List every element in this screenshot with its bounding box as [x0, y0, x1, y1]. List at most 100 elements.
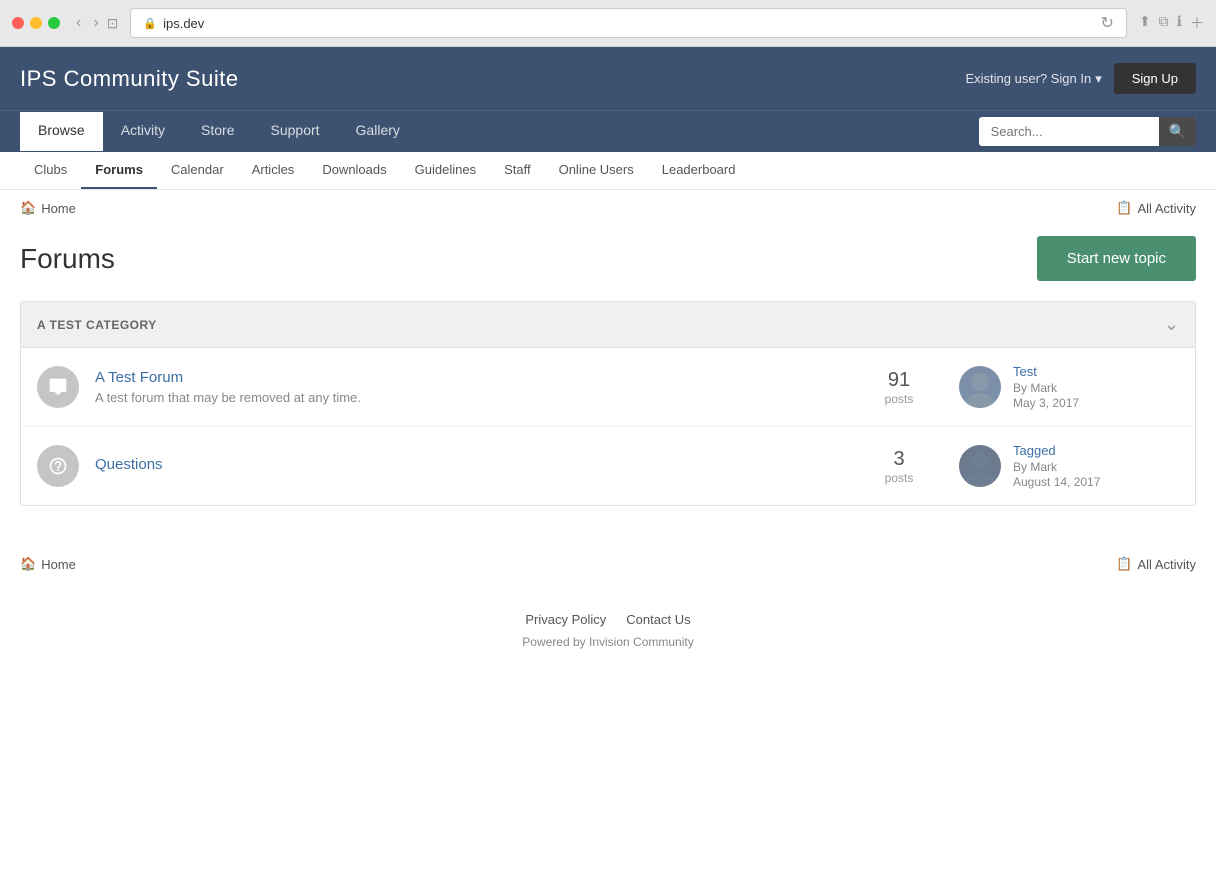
site-header: IPS Community Suite Existing user? Sign …: [0, 47, 1216, 110]
breadcrumb-bar: 🏠 Home 📋 All Activity: [0, 190, 1216, 226]
info-icon[interactable]: ℹ: [1177, 13, 1182, 33]
powered-by: Powered by Invision Community: [20, 635, 1196, 649]
forum-post-count-a-test-forum: 91: [869, 369, 929, 392]
browser-chrome: ‹ › ⊡ 🔒 ips.dev ↻ ⬆ ⧉ ℹ ＋: [0, 0, 1216, 47]
footer-home-label: Home: [41, 557, 76, 572]
last-post-title-questions[interactable]: Tagged: [1013, 443, 1100, 458]
browser-actions: ⬆ ⧉ ℹ ＋: [1139, 13, 1204, 33]
last-post-by-text-questions: By Mark: [1013, 460, 1057, 474]
sub-nav-downloads[interactable]: Downloads: [308, 152, 400, 189]
forum-icon-questions: [37, 445, 79, 487]
url-text: ips.dev: [163, 16, 204, 31]
sub-nav-online-users[interactable]: Online Users: [545, 152, 648, 189]
category-title: A TEST CATEGORY: [37, 318, 157, 332]
category-header: A TEST CATEGORY ⌄: [21, 302, 1195, 348]
back-button[interactable]: ‹: [72, 14, 85, 32]
forum-last-post-a-test-forum: Test By Mark May 3, 2017: [959, 364, 1179, 410]
forum-posts-label-a-test-forum: posts: [869, 392, 929, 406]
new-tab-icon[interactable]: ＋: [1190, 13, 1204, 33]
tab-gallery[interactable]: Gallery: [338, 112, 418, 151]
footer-links: Privacy Policy Contact Us: [20, 612, 1196, 627]
main-nav: Browse Activity Store Support Gallery 🔍: [0, 110, 1216, 152]
sign-in-link[interactable]: Existing user? Sign In ▾: [965, 71, 1101, 87]
dot-close: [12, 17, 24, 29]
home-label: Home: [41, 201, 76, 216]
page-title-area: Forums Start new topic: [0, 226, 1216, 301]
forum-stats-questions: 3 posts: [869, 448, 929, 485]
forward-button[interactable]: ›: [89, 14, 102, 32]
start-new-topic-button[interactable]: Start new topic: [1037, 236, 1196, 281]
last-post-info-questions: Tagged By Mark August 14, 2017: [1013, 443, 1100, 489]
category-section: A TEST CATEGORY ⌄ A Test Forum A test fo…: [20, 301, 1196, 506]
forum-post-count-questions: 3: [869, 448, 929, 471]
avatar-questions: [959, 445, 1001, 487]
tab-activity[interactable]: Activity: [103, 112, 183, 151]
footer-activity-icon: 📋: [1116, 556, 1132, 572]
sign-up-button[interactable]: Sign Up: [1114, 63, 1196, 94]
forum-posts-label-questions: posts: [869, 471, 929, 485]
tab-browse[interactable]: Browse: [20, 112, 103, 151]
reload-button[interactable]: ↻: [1101, 13, 1114, 33]
footer-home-icon: 🏠: [20, 556, 36, 572]
home-icon: 🏠: [20, 200, 36, 216]
page-title: Forums: [20, 243, 115, 275]
search-button[interactable]: 🔍: [1159, 117, 1196, 146]
collapse-button[interactable]: ⌄: [1164, 314, 1179, 335]
last-post-date-a-test-forum: May 3, 2017: [1013, 396, 1079, 410]
last-post-title-a-test-forum[interactable]: Test: [1013, 364, 1079, 379]
forum-name-a-test-forum[interactable]: A Test Forum: [95, 369, 869, 386]
browser-dots: [12, 17, 60, 29]
contact-us-link[interactable]: Contact Us: [626, 612, 690, 627]
forum-name-questions[interactable]: Questions: [95, 456, 869, 473]
dot-minimize: [30, 17, 42, 29]
main-nav-tabs: Browse Activity Store Support Gallery: [20, 112, 418, 151]
last-post-by-text: By Mark: [1013, 381, 1057, 395]
window-button[interactable]: ⊡: [107, 14, 119, 32]
last-post-by-a-test-forum: By Mark: [1013, 381, 1079, 395]
header-actions: Existing user? Sign In ▾ Sign Up: [965, 63, 1196, 94]
share-icon[interactable]: ⬆: [1139, 13, 1151, 33]
all-activity-label: All Activity: [1137, 201, 1196, 216]
privacy-policy-link[interactable]: Privacy Policy: [525, 612, 606, 627]
activity-icon: 📋: [1116, 200, 1132, 216]
sub-nav-calendar[interactable]: Calendar: [157, 152, 238, 189]
forum-stats-a-test-forum: 91 posts: [869, 369, 929, 406]
sub-nav-staff[interactable]: Staff: [490, 152, 545, 189]
site-footer: Privacy Policy Contact Us Powered by Inv…: [0, 592, 1216, 669]
sub-nav-clubs[interactable]: Clubs: [20, 152, 81, 189]
forum-info-questions: Questions: [95, 456, 869, 477]
tabs-icon[interactable]: ⧉: [1159, 13, 1169, 33]
sign-in-label: Existing user? Sign In: [965, 71, 1091, 86]
last-post-by-questions: By Mark: [1013, 460, 1100, 474]
lock-icon: 🔒: [143, 17, 157, 30]
all-activity-link[interactable]: 📋 All Activity: [1116, 200, 1196, 216]
forum-icon-a-test-forum: [37, 366, 79, 408]
forum-info-a-test-forum: A Test Forum A test forum that may be re…: [95, 369, 869, 405]
search-input[interactable]: [979, 118, 1159, 145]
last-post-date-questions: August 14, 2017: [1013, 475, 1100, 489]
sub-nav: Clubs Forums Calendar Articles Downloads…: [0, 152, 1216, 190]
forum-row-questions: Questions 3 posts Tagged By Mark August …: [21, 427, 1195, 505]
footer-all-activity-label: All Activity: [1137, 557, 1196, 572]
forum-desc-a-test-forum: A test forum that may be removed at any …: [95, 390, 869, 405]
tab-store[interactable]: Store: [183, 112, 252, 151]
footer-breadcrumb: 🏠 Home 📋 All Activity: [0, 536, 1216, 592]
forum-last-post-questions: Tagged By Mark August 14, 2017: [959, 443, 1179, 489]
footer-home-link[interactable]: 🏠 Home: [20, 556, 76, 572]
sub-nav-guidelines[interactable]: Guidelines: [401, 152, 490, 189]
sub-nav-leaderboard[interactable]: Leaderboard: [648, 152, 750, 189]
search-bar: 🔍: [979, 117, 1196, 146]
browser-nav: ‹ › ⊡: [72, 14, 118, 32]
sign-in-arrow: ▾: [1095, 71, 1102, 87]
dot-maximize: [48, 17, 60, 29]
url-bar[interactable]: 🔒 ips.dev ↻: [130, 8, 1127, 38]
last-post-info-a-test-forum: Test By Mark May 3, 2017: [1013, 364, 1079, 410]
sub-nav-articles[interactable]: Articles: [238, 152, 309, 189]
tab-support[interactable]: Support: [253, 112, 338, 151]
sub-nav-forums[interactable]: Forums: [81, 152, 157, 189]
forum-row: A Test Forum A test forum that may be re…: [21, 348, 1195, 427]
avatar-a-test-forum: [959, 366, 1001, 408]
site-title: IPS Community Suite: [20, 66, 239, 92]
footer-all-activity-link[interactable]: 📋 All Activity: [1116, 556, 1196, 572]
breadcrumb-home[interactable]: 🏠 Home: [20, 200, 76, 216]
